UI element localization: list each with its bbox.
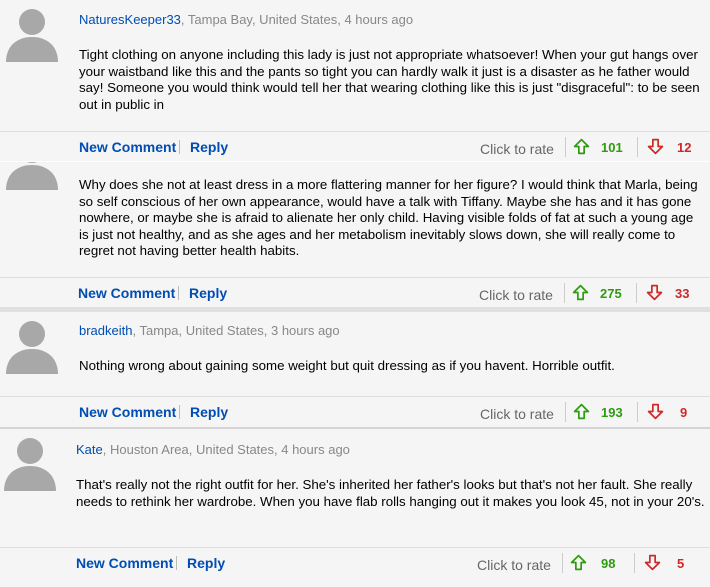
upvote-count: 101 bbox=[601, 140, 623, 155]
comment-item: bradkeith, Tampa, United States, 3 hours… bbox=[0, 312, 710, 427]
downvote-count: 9 bbox=[680, 405, 688, 420]
comment-text: That's really not the right outfit for h… bbox=[76, 477, 705, 509]
downvote-arrow-icon[interactable] bbox=[647, 138, 664, 155]
click-to-rate-label: Click to rate bbox=[477, 557, 551, 573]
downvote-count: 5 bbox=[677, 556, 685, 571]
comment-meta: Kate, Houston Area, United States, 4 hou… bbox=[76, 442, 350, 457]
comment-text: Nothing wrong about gaining some weight … bbox=[79, 358, 615, 373]
comment-username[interactable]: bradkeith bbox=[79, 323, 132, 338]
comment-username[interactable]: Kate bbox=[76, 442, 103, 457]
downvote-arrow-icon[interactable] bbox=[646, 284, 663, 301]
action-separator bbox=[178, 286, 179, 300]
upvote-arrow-icon[interactable] bbox=[570, 554, 587, 571]
upvote-arrow-icon[interactable] bbox=[573, 403, 590, 420]
click-to-rate-label: Click to rate bbox=[480, 406, 554, 422]
comment-meta: bradkeith, Tampa, United States, 3 hours… bbox=[79, 323, 340, 338]
comment-item: NaturesKeeper33, Tampa Bay, United State… bbox=[0, 0, 710, 161]
avatar-icon bbox=[6, 9, 58, 62]
vote-separator bbox=[564, 283, 565, 303]
downvote-count: 12 bbox=[677, 140, 692, 155]
comment-location-time: , Tampa, United States, 3 hours ago bbox=[132, 323, 340, 338]
avatar-icon bbox=[6, 162, 58, 190]
reply-button[interactable]: Reply bbox=[187, 555, 225, 571]
comment-actions: New Comment Reply Click to rate 193 9 bbox=[0, 396, 710, 427]
vote-separator bbox=[565, 402, 566, 422]
downvote-count: 33 bbox=[675, 286, 690, 301]
upvote-arrow-icon[interactable] bbox=[573, 138, 590, 155]
avatar-icon bbox=[6, 321, 58, 374]
upvote-arrow-icon[interactable] bbox=[572, 284, 589, 301]
comment-item: Kate, Houston Area, United States, 4 hou… bbox=[0, 429, 710, 587]
comment-item: Why does she not at least dress in a mor… bbox=[0, 162, 710, 307]
new-comment-button[interactable]: New Comment bbox=[78, 285, 175, 301]
comment-actions: New Comment Reply Click to rate 98 5 bbox=[0, 547, 710, 578]
upvote-count: 275 bbox=[600, 286, 622, 301]
click-to-rate-label: Click to rate bbox=[479, 287, 553, 303]
downvote-arrow-icon[interactable] bbox=[647, 403, 664, 420]
vote-separator bbox=[637, 402, 638, 422]
comment-meta: NaturesKeeper33, Tampa Bay, United State… bbox=[79, 12, 413, 27]
reply-button[interactable]: Reply bbox=[190, 139, 228, 155]
comment-location-time: , Houston Area, United States, 4 hours a… bbox=[102, 442, 350, 457]
click-to-rate-label: Click to rate bbox=[480, 141, 554, 157]
vote-separator bbox=[637, 137, 638, 157]
new-comment-button[interactable]: New Comment bbox=[79, 139, 176, 155]
vote-separator bbox=[634, 553, 635, 573]
vote-separator bbox=[565, 137, 566, 157]
action-separator bbox=[179, 405, 180, 419]
comment-location-time: , Tampa Bay, United States, 4 hours ago bbox=[180, 12, 414, 27]
comment-actions: New Comment Reply Click to rate 275 33 bbox=[0, 277, 710, 307]
upvote-count: 193 bbox=[601, 405, 623, 420]
reply-button[interactable]: Reply bbox=[189, 285, 227, 301]
action-separator bbox=[179, 140, 180, 154]
vote-separator bbox=[562, 553, 563, 573]
reply-button[interactable]: Reply bbox=[190, 404, 228, 420]
action-separator bbox=[176, 556, 177, 570]
vote-separator bbox=[636, 283, 637, 303]
new-comment-button[interactable]: New Comment bbox=[79, 404, 176, 420]
comment-actions: New Comment Reply Click to rate 101 12 bbox=[0, 131, 710, 161]
new-comment-button[interactable]: New Comment bbox=[76, 555, 173, 571]
comment-text: Tight clothing on anyone including this … bbox=[79, 47, 700, 112]
avatar-icon bbox=[4, 438, 56, 491]
comment-text: Why does she not at least dress in a mor… bbox=[79, 177, 698, 258]
downvote-arrow-icon[interactable] bbox=[644, 554, 661, 571]
upvote-count: 98 bbox=[601, 556, 616, 571]
comment-username[interactable]: NaturesKeeper33 bbox=[79, 12, 181, 27]
